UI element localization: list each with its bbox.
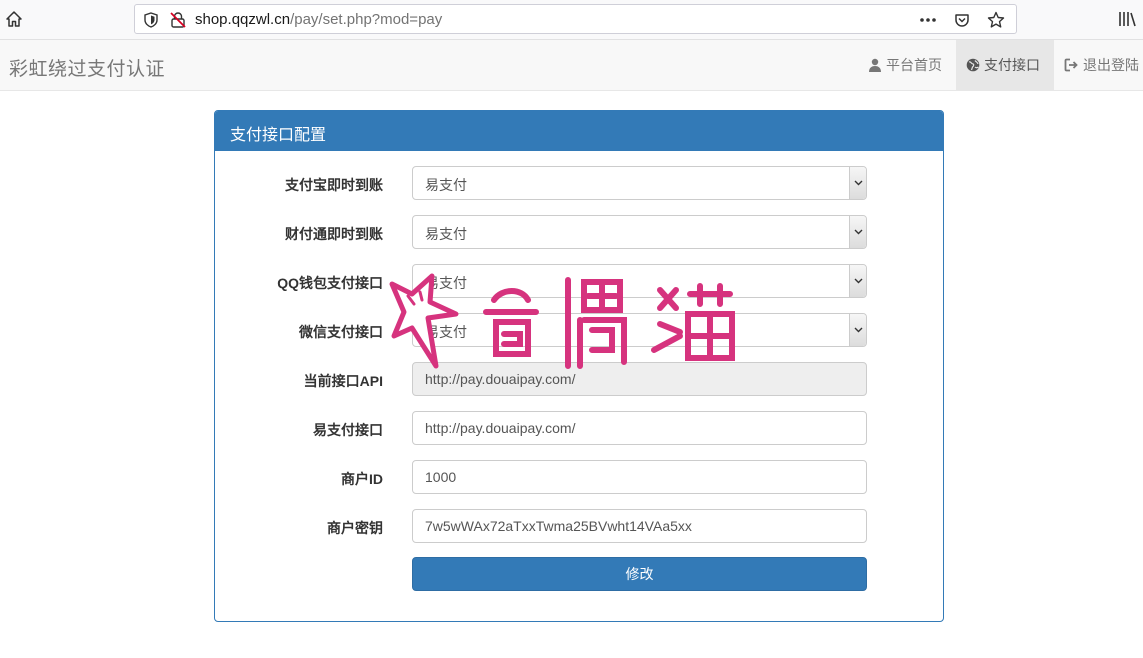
field-label: 商户密钥 (327, 520, 383, 536)
insecure-lock-icon[interactable] (169, 11, 187, 29)
panel-title: 支付接口配置 (215, 111, 943, 151)
chevron-down-icon[interactable] (849, 314, 866, 346)
pocket-icon[interactable] (952, 10, 972, 30)
url-path: /pay/set.php?mod=pay (290, 11, 443, 28)
form-row-epay-api: 易支付接口 http://pay.douaipay.com/ (215, 411, 943, 445)
field-label: QQ钱包支付接口 (277, 275, 383, 291)
site-navbar: 彩虹绕过支付认证 平台首页 支付接口 退出登陆 (0, 40, 1143, 91)
form-row-qqpay: QQ钱包支付接口 易支付 (215, 264, 943, 298)
url-text[interactable]: shop.qqzwl.cn/pay/set.php?mod=pay (195, 11, 442, 28)
url-host: shop.qqzwl.cn (195, 11, 291, 28)
alipay-select[interactable]: 易支付 (412, 166, 867, 200)
logout-icon (1064, 58, 1078, 72)
select-value: 易支付 (425, 275, 467, 291)
tenpay-select[interactable]: 易支付 (412, 215, 867, 249)
form-row-current-api: 当前接口API http://pay.douaipay.com/ (215, 362, 943, 396)
home-icon[interactable] (4, 9, 24, 29)
nav-menu: 平台首页 支付接口 退出登陆 (858, 40, 1143, 90)
star-icon[interactable] (986, 10, 1006, 30)
merchant-key-input[interactable]: 7w5wWAx72aTxxTwma25BVwht14VAa5xx (412, 509, 867, 543)
payment-config-panel: 支付接口配置 支付宝即时到账 易支付 财付通即时到账 易支付 QQ钱包支付接口 … (214, 110, 944, 622)
field-label: 易支付接口 (313, 422, 383, 438)
epay-api-input[interactable]: http://pay.douaipay.com/ (412, 411, 867, 445)
field-label: 财付通即时到账 (285, 226, 383, 242)
shield-icon[interactable] (143, 12, 159, 28)
address-bar[interactable]: shop.qqzwl.cn/pay/set.php?mod=pay (134, 4, 1017, 34)
form-row-wxpay: 微信支付接口 易支付 (215, 313, 943, 347)
merchant-id-input[interactable]: 1000 (412, 460, 867, 494)
form-row-tenpay: 财付通即时到账 易支付 (215, 215, 943, 249)
chevron-down-icon[interactable] (849, 167, 866, 199)
form-row-merchant-id: 商户ID 1000 (215, 460, 943, 494)
nav-item-home[interactable]: 平台首页 (858, 40, 956, 90)
qqpay-select[interactable]: 易支付 (412, 264, 867, 298)
form-row-merchant-key: 商户密钥 7w5wWAx72aTxxTwma25BVwht14VAa5xx (215, 509, 943, 543)
more-horizontal-icon[interactable] (918, 10, 938, 30)
nav-item-payment-label: 支付接口 (984, 57, 1040, 73)
nav-item-logout[interactable]: 退出登陆 (1054, 40, 1143, 90)
user-icon (869, 58, 881, 72)
submit-button[interactable]: 修改 (412, 557, 867, 591)
field-label: 商户ID (341, 471, 383, 487)
select-value: 易支付 (425, 324, 467, 340)
field-label: 微信支付接口 (299, 324, 383, 340)
library-icon[interactable] (1117, 10, 1139, 30)
form-row-alipay: 支付宝即时到账 易支付 (215, 166, 943, 200)
wxpay-select[interactable]: 易支付 (412, 313, 867, 347)
chevron-down-icon[interactable] (849, 216, 866, 248)
browser-toolbar: shop.qqzwl.cn/pay/set.php?mod=pay (0, 0, 1143, 40)
field-label: 支付宝即时到账 (285, 177, 383, 193)
current-api-field: http://pay.douaipay.com/ (412, 362, 867, 396)
nav-item-home-label: 平台首页 (886, 57, 942, 73)
chevron-down-icon[interactable] (849, 265, 866, 297)
field-label: 当前接口API (303, 373, 383, 389)
nav-item-payment[interactable]: 支付接口 (956, 40, 1054, 90)
globe-icon (966, 58, 980, 72)
select-value: 易支付 (425, 177, 467, 193)
nav-item-logout-label: 退出登陆 (1083, 57, 1139, 73)
select-value: 易支付 (425, 226, 467, 242)
site-brand[interactable]: 彩虹绕过支付认证 (9, 54, 165, 81)
